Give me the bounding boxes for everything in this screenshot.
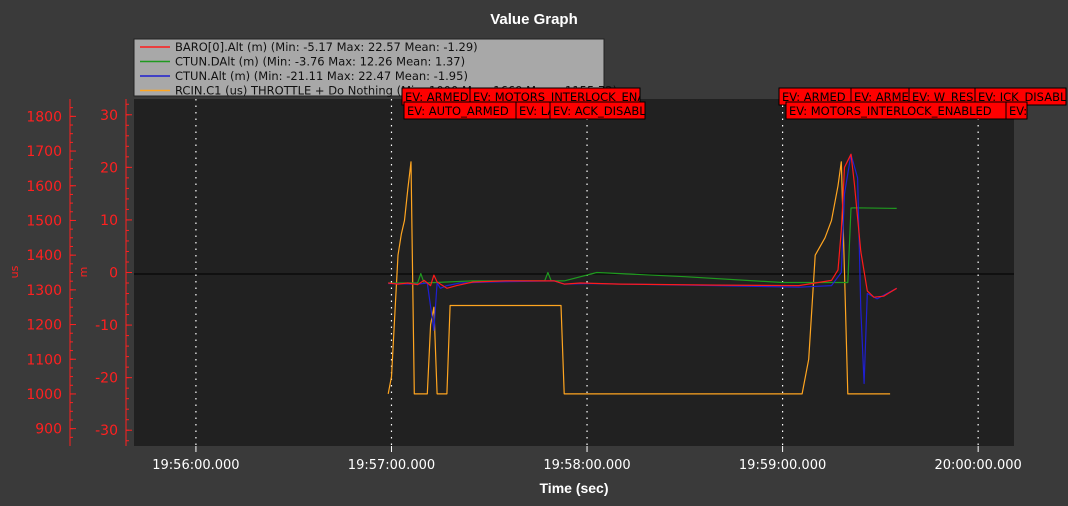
- us-tick-label: 1500: [26, 213, 62, 229]
- us-axis-label: us: [8, 265, 21, 278]
- x-tick-label: 19:59:00.000: [739, 458, 826, 473]
- event-marker: EV: AUTO_ARMED: [403, 101, 517, 120]
- m-tick-label: -10: [95, 318, 118, 334]
- us-tick-label: 1700: [26, 144, 62, 160]
- legend-entry: CTUN.DAlt (m) (Min: -3.76 Max: 12.26 Mea…: [175, 55, 465, 69]
- m-tick-label: 0: [109, 266, 118, 282]
- m-tick-label: 30: [100, 108, 118, 124]
- us-tick-label: 1100: [26, 352, 62, 368]
- time-axis-label: Time (sec): [540, 480, 609, 496]
- us-tick-label: 900: [35, 422, 62, 438]
- value-graph-chart: Value Graph 1800 1700 1600 1500 1400 1300 1200…: [0, 0, 1068, 506]
- x-tick-label: 19:58:00.000: [543, 458, 630, 473]
- event-marker: EV: ACK_DISABLED: [549, 101, 646, 120]
- m-tick-label: 20: [100, 160, 118, 176]
- us-tick-label: 1200: [26, 318, 62, 334]
- x-tick-label: 19:57:00.000: [348, 458, 435, 473]
- m-axis-label: m: [77, 267, 90, 278]
- event-marker: EV: MOTORS_INTERLOCK_ENABLED: [785, 101, 1007, 120]
- x-tick-label: 20:00:00.000: [934, 458, 1021, 473]
- us-tick-label: 1800: [26, 109, 62, 125]
- chart-title: Value Graph: [490, 11, 578, 28]
- us-tick-label: 1400: [26, 248, 62, 264]
- event-label: EV: MOTORS_INTERLOCK_ENABLED: [789, 104, 992, 118]
- us-tick-label: 1000: [26, 387, 62, 403]
- m-tick-label: 10: [100, 213, 118, 229]
- m-tick-label: -20: [95, 371, 118, 387]
- event-label: EV: AUTO_ARMED: [407, 104, 509, 118]
- us-tick-label: 1300: [26, 283, 62, 299]
- m-tick-label: -30: [95, 423, 118, 439]
- legend-entry: CTUN.Alt (m) (Min: -21.11 Max: 22.47 Mea…: [175, 69, 468, 83]
- legend-entry: BARO[0].Alt (m) (Min: -5.17 Max: 22.57 M…: [175, 40, 478, 54]
- x-tick-label: 19:56:00.000: [152, 458, 239, 473]
- us-tick-label: 1600: [26, 179, 62, 195]
